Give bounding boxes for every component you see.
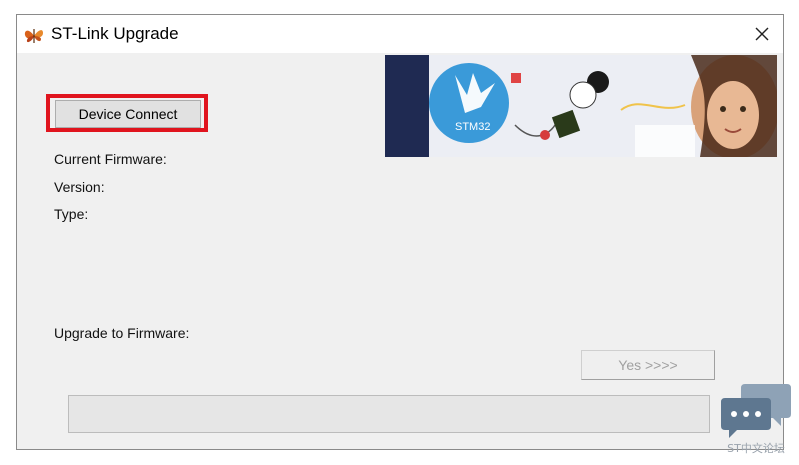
device-connect-button[interactable]: Device Connect — [55, 100, 201, 128]
forum-watermark: ST中文论坛 — [719, 380, 793, 460]
progress-bar — [68, 395, 710, 433]
red-square-icon — [511, 73, 521, 83]
upgrade-to-firmware-label: Upgrade to Firmware: — [54, 325, 190, 341]
yes-button[interactable]: Yes >>>> — [581, 350, 715, 380]
banner-image: STM32 — [385, 55, 777, 157]
title-bar: ST-Link Upgrade — [17, 15, 783, 53]
banner-navy-panel — [385, 55, 429, 157]
upgrade-window: ST-Link Upgrade STM32 Device Connect Cur… — [16, 14, 784, 450]
watermark-text: ST中文论坛 — [727, 442, 785, 455]
current-firmware-label: Current Firmware: — [54, 151, 167, 167]
stm32-banner: STM32 — [385, 55, 777, 157]
stm32-label: STM32 — [455, 121, 490, 133]
window-title: ST-Link Upgrade — [51, 24, 179, 43]
robot-icon — [569, 81, 597, 109]
butterfly-icon — [24, 29, 43, 43]
chat-bubble-icon — [721, 384, 791, 438]
type-label: Type: — [54, 206, 89, 222]
version-label: Version: — [54, 179, 105, 195]
close-icon[interactable] — [747, 19, 777, 49]
